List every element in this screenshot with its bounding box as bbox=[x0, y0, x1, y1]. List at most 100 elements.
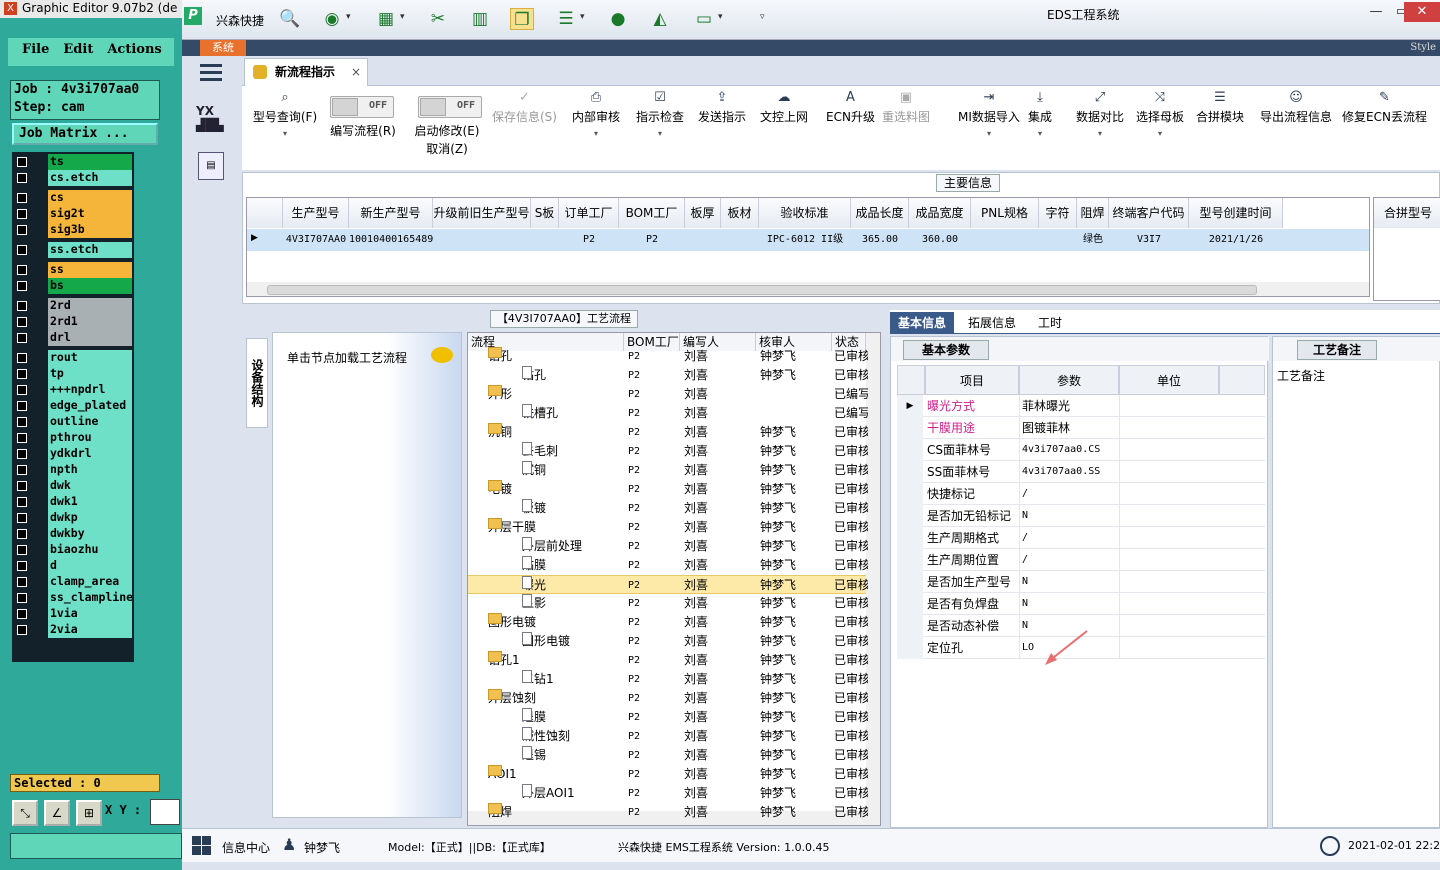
layer-row[interactable]: clamp_area bbox=[12, 574, 134, 590]
tree-node[interactable]: −外层干膜 bbox=[488, 518, 624, 537]
param-row[interactable]: 是否加生产型号 N bbox=[897, 571, 1265, 593]
column-header[interactable]: 成品宽度 bbox=[909, 198, 971, 228]
grid-icon[interactable] bbox=[192, 836, 212, 856]
layer-checkbox[interactable] bbox=[17, 385, 27, 395]
table-cell[interactable] bbox=[721, 230, 759, 250]
layer-checkbox[interactable] bbox=[17, 625, 27, 635]
layer-row[interactable]: 2rd1 bbox=[12, 314, 134, 330]
tab-work-hours[interactable]: 工时 bbox=[1030, 312, 1070, 334]
tree-node[interactable]: −钻孔 bbox=[488, 347, 624, 366]
layer-checkbox[interactable] bbox=[17, 401, 27, 411]
layer-row[interactable]: ydkdrl bbox=[12, 446, 134, 462]
ribbon-button[interactable]: ⇪ 发送指示 bbox=[698, 90, 746, 128]
column-header[interactable]: PNL规格 bbox=[971, 198, 1039, 228]
param-unit[interactable] bbox=[1119, 615, 1219, 637]
ribbon-button[interactable]: A ECN升级 bbox=[826, 90, 875, 128]
ribbon-button[interactable]: ☁ 文控上网 bbox=[760, 90, 808, 128]
layer-checkbox[interactable] bbox=[17, 481, 27, 491]
tree-row[interactable]: 去毛刺 P2 刘喜 钟梦飞 已审核 bbox=[468, 442, 868, 461]
layer-checkbox[interactable] bbox=[17, 265, 27, 275]
system-tab[interactable]: 系统 bbox=[200, 40, 246, 56]
param-unit[interactable] bbox=[1119, 549, 1219, 571]
tree-row[interactable]: −外层蚀刻 P2 刘喜 钟梦飞 已审核 bbox=[468, 689, 868, 708]
param-unit[interactable] bbox=[1119, 417, 1219, 439]
param-unit[interactable] bbox=[1119, 593, 1219, 615]
param-row[interactable]: ▶ 曝光方式 菲林曝光 bbox=[897, 395, 1265, 417]
tree-node[interactable]: 碱性蚀刻 bbox=[522, 727, 624, 746]
column-header[interactable]: 成品长度 bbox=[851, 198, 909, 228]
tree-row[interactable]: 沉铜 P2 刘喜 钟梦飞 已审核 bbox=[468, 461, 868, 480]
layer-row[interactable]: cs bbox=[12, 190, 134, 206]
table-cell[interactable]: 4V3I707AA0 bbox=[283, 230, 349, 250]
table-icon[interactable]: ▦ bbox=[374, 8, 398, 30]
layer-checkbox[interactable] bbox=[17, 545, 27, 555]
start-edit-toggle[interactable]: OFF bbox=[418, 96, 482, 118]
tree-row[interactable]: 曝光 P2 刘喜 钟梦飞 已审核 bbox=[468, 575, 868, 594]
param-row[interactable]: 快捷标记 / bbox=[897, 483, 1265, 505]
layer-checkbox[interactable] bbox=[17, 281, 27, 291]
tree-node[interactable]: 退锡 bbox=[522, 746, 624, 765]
tree-node[interactable]: 外层前处理 bbox=[522, 537, 624, 556]
column-header[interactable]: 订单工厂 bbox=[559, 198, 619, 228]
layer-checkbox[interactable] bbox=[17, 173, 27, 183]
param-unit[interactable] bbox=[1119, 439, 1219, 461]
ribbon-button[interactable]: ⤢ 数据对比 ▾ bbox=[1076, 90, 1124, 140]
globe-icon[interactable]: ◉ bbox=[320, 8, 344, 30]
layer-row[interactable]: outline bbox=[12, 414, 134, 430]
layer-checkbox[interactable] bbox=[17, 301, 27, 311]
table-cell[interactable]: V3I7 bbox=[1109, 230, 1189, 250]
overflow-icon[interactable]: ▿ bbox=[760, 12, 765, 22]
ribbon-button[interactable]: ☰ 合拼模块 bbox=[1196, 90, 1244, 128]
tree-row[interactable]: 钻孔 P2 刘喜 钟梦飞 已审核 bbox=[468, 366, 868, 385]
tree-row[interactable]: −钻孔1 P2 刘喜 钟梦飞 已审核 bbox=[468, 651, 868, 670]
layer-checkbox[interactable] bbox=[17, 317, 27, 327]
layer-checkbox[interactable] bbox=[17, 209, 27, 219]
layer-row[interactable]: sig2t bbox=[12, 206, 134, 222]
query-button[interactable]: ⌕ 型号查询(F) ▾ bbox=[248, 90, 322, 140]
minimize-icon[interactable]: — bbox=[1364, 2, 1388, 22]
calculator-icon[interactable]: ▤ bbox=[198, 152, 224, 180]
param-value[interactable]: 4v3i707aa0.CS bbox=[1019, 439, 1119, 461]
param-unit[interactable] bbox=[1119, 571, 1219, 593]
column-header[interactable]: 升级前旧生产型号 bbox=[433, 198, 531, 228]
tab-extended-info[interactable]: 拓展信息 bbox=[960, 312, 1024, 334]
layer-checkbox[interactable] bbox=[17, 609, 27, 619]
info-center[interactable]: 信息中心 bbox=[222, 839, 270, 856]
tree-node[interactable]: −图形电镀 bbox=[488, 613, 624, 632]
layer-checkbox[interactable] bbox=[17, 561, 27, 571]
param-value[interactable]: / bbox=[1019, 549, 1119, 571]
layer-checkbox[interactable] bbox=[17, 465, 27, 475]
column-header[interactable]: S板 bbox=[531, 198, 559, 228]
table-cell[interactable]: 绿色 bbox=[1077, 230, 1109, 250]
zoom-tool-icon[interactable]: ⤡ bbox=[12, 800, 38, 826]
edit-flow-toggle[interactable]: OFF bbox=[330, 96, 394, 118]
ribbon-button[interactable]: ✎ 修复ECN丢流程 bbox=[1342, 90, 1427, 128]
chevron-down-icon[interactable]: ▾ bbox=[400, 12, 405, 22]
param-unit[interactable] bbox=[1119, 505, 1219, 527]
table-cell[interactable] bbox=[685, 230, 721, 250]
vertical-scrollbar[interactable] bbox=[866, 333, 880, 825]
layer-checkbox[interactable] bbox=[17, 225, 27, 235]
tree-node[interactable]: 外层AOI1 bbox=[522, 784, 624, 803]
layer-row[interactable]: dwkp bbox=[12, 510, 134, 526]
layer-row[interactable]: drl bbox=[12, 330, 134, 346]
param-row[interactable]: 是否有负焊盘 N bbox=[897, 593, 1265, 615]
tree-row[interactable]: 退膜 P2 刘喜 钟梦飞 已审核 bbox=[468, 708, 868, 727]
table-cell[interactable] bbox=[971, 230, 1039, 250]
tree-node[interactable]: −外层蚀刻 bbox=[488, 689, 624, 708]
tree-node[interactable]: 贴膜 bbox=[522, 556, 624, 575]
cancel-button[interactable]: 取消(Z) bbox=[408, 140, 486, 157]
ribbon-button[interactable]: ⤨ 选择母板 ▾ bbox=[1136, 90, 1184, 140]
scissors-icon[interactable]: ✂ bbox=[426, 8, 450, 30]
param-value[interactable]: 4v3i707aa0.SS bbox=[1019, 461, 1119, 483]
layer-row[interactable]: ss_clampline bbox=[12, 590, 134, 606]
table-cell[interactable]: 360.00 bbox=[909, 230, 971, 250]
column-header[interactable]: 新生产型号 bbox=[349, 198, 433, 228]
layer-row[interactable]: 2rd bbox=[12, 298, 134, 314]
tree-row[interactable]: 外层前处理 P2 刘喜 钟梦飞 已审核 bbox=[468, 537, 868, 556]
tree-row[interactable]: 图形电镀 P2 刘喜 钟梦飞 已审核 bbox=[468, 632, 868, 651]
job-matrix-button[interactable]: Job Matrix ... bbox=[12, 123, 158, 145]
table-cell[interactable]: 10010400165489 bbox=[349, 230, 433, 250]
tree-node[interactable]: 沉铜 bbox=[522, 461, 624, 480]
layer-checkbox[interactable] bbox=[17, 353, 27, 363]
